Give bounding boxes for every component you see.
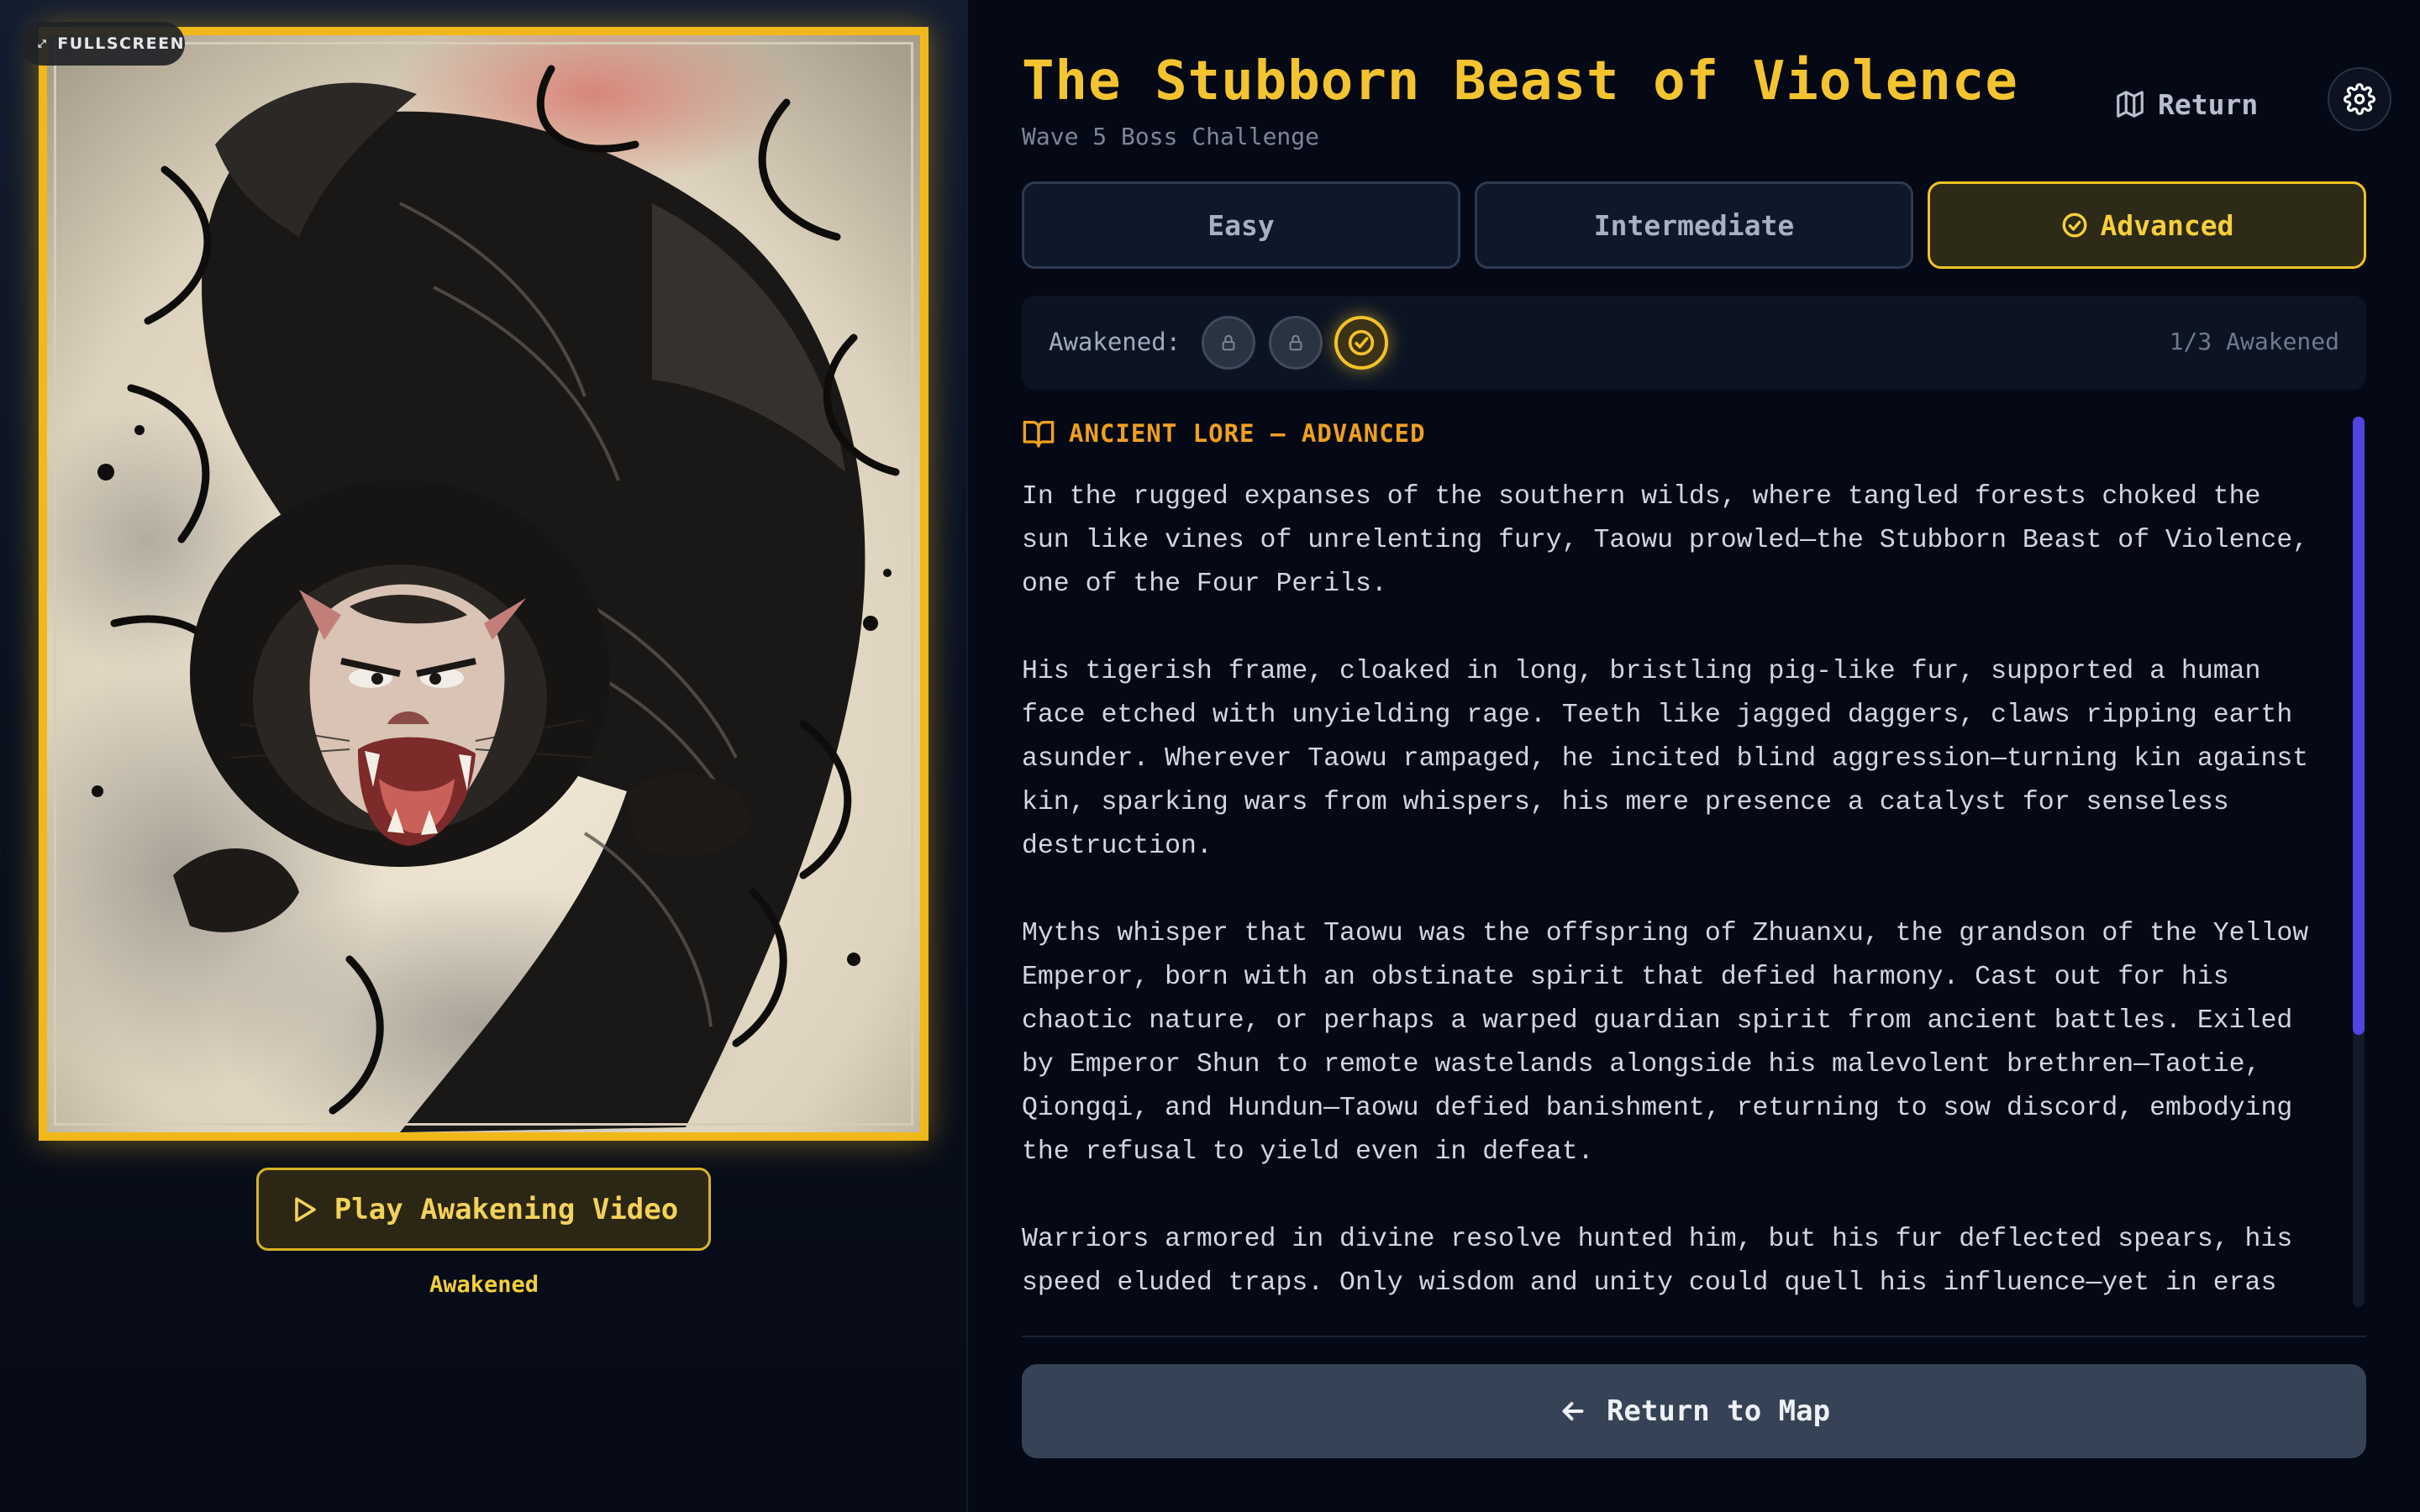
lore-paragraph: Myths whisper that Taowu was the offspri…	[1022, 919, 2309, 1167]
awakening-orb-awakened	[1334, 316, 1388, 370]
book-icon	[1023, 421, 1055, 448]
tab-intermediate[interactable]: Intermediate	[1475, 181, 1913, 269]
awakened-status-caption: Awakened	[429, 1272, 539, 1298]
play-awakening-video-button[interactable]: Play Awakening Video	[256, 1168, 711, 1251]
lore-scrollbar-thumb[interactable]	[2353, 417, 2365, 1035]
tab-easy-label: Easy	[1207, 208, 1275, 242]
expand-icon	[38, 39, 46, 48]
check-circle-icon	[2062, 213, 2086, 238]
artwork-frame[interactable]	[39, 27, 929, 1141]
play-awakening-video-label: Play Awakening Video	[334, 1192, 679, 1226]
lore-scrollbar[interactable]	[2353, 417, 2365, 1307]
return-label: Return	[2158, 87, 2259, 121]
lore-paragraph: Warriors armored in divine resolve hunte…	[1022, 1225, 2293, 1298]
lock-icon	[1222, 334, 1235, 351]
map-icon	[2117, 91, 2144, 118]
arrow-left-icon	[1562, 1402, 1584, 1420]
awakened-count: 1/3 Awakened	[2169, 328, 2339, 355]
awakening-progress-bar: Awakened: 1/3 Awakened	[1022, 296, 2366, 390]
boss-lore-screen: FULLSCREEN Play Awakening Video Awakened…	[0, 0, 2420, 1512]
return-to-map-button[interactable]: Return to Map	[1022, 1364, 2366, 1458]
gear-icon	[2344, 83, 2375, 115]
divider	[1022, 1336, 2366, 1337]
awakening-orb-locked	[1202, 316, 1255, 370]
tab-advanced-label: Advanced	[2100, 208, 2234, 242]
tab-easy[interactable]: Easy	[1022, 181, 1460, 269]
play-icon	[294, 1196, 316, 1222]
artwork-inner-border	[54, 42, 913, 1126]
lock-icon	[1289, 334, 1302, 351]
page-title: The Stubborn Beast of Violence	[1022, 50, 2018, 113]
difficulty-tabs: Easy Intermediate Advanced	[1022, 181, 2366, 269]
check-circle-icon	[1348, 329, 1375, 356]
lore-heading: ANCIENT LORE – ADVANCED	[1022, 417, 1426, 450]
return-button[interactable]: Return	[2114, 82, 2258, 126]
page-subtitle: Wave 5 Boss Challenge	[1022, 123, 1320, 150]
awakened-label: Awakened:	[1049, 328, 1181, 356]
fullscreen-label: FULLSCREEN	[57, 34, 185, 53]
lore-paragraph: His tigerish frame, cloaked in long, bri…	[1022, 657, 2309, 861]
awakening-orb-locked	[1269, 316, 1323, 370]
tab-advanced[interactable]: Advanced	[1928, 181, 2366, 269]
artwork-panel: FULLSCREEN Play Awakening Video Awakened	[0, 0, 968, 1512]
fullscreen-button[interactable]: FULLSCREEN	[20, 22, 185, 66]
lore-text[interactable]: In the rugged expanses of the southern w…	[1022, 475, 2316, 1305]
lore-heading-text: ANCIENT LORE – ADVANCED	[1069, 419, 1426, 448]
details-panel: The Stubborn Beast of Violence Wave 5 Bo…	[970, 0, 2420, 1512]
lore-paragraph: In the rugged expanses of the southern w…	[1022, 482, 2309, 599]
tab-intermediate-label: Intermediate	[1593, 208, 1795, 242]
settings-button[interactable]	[2328, 67, 2391, 131]
return-to-map-label: Return to Map	[1606, 1394, 1831, 1428]
